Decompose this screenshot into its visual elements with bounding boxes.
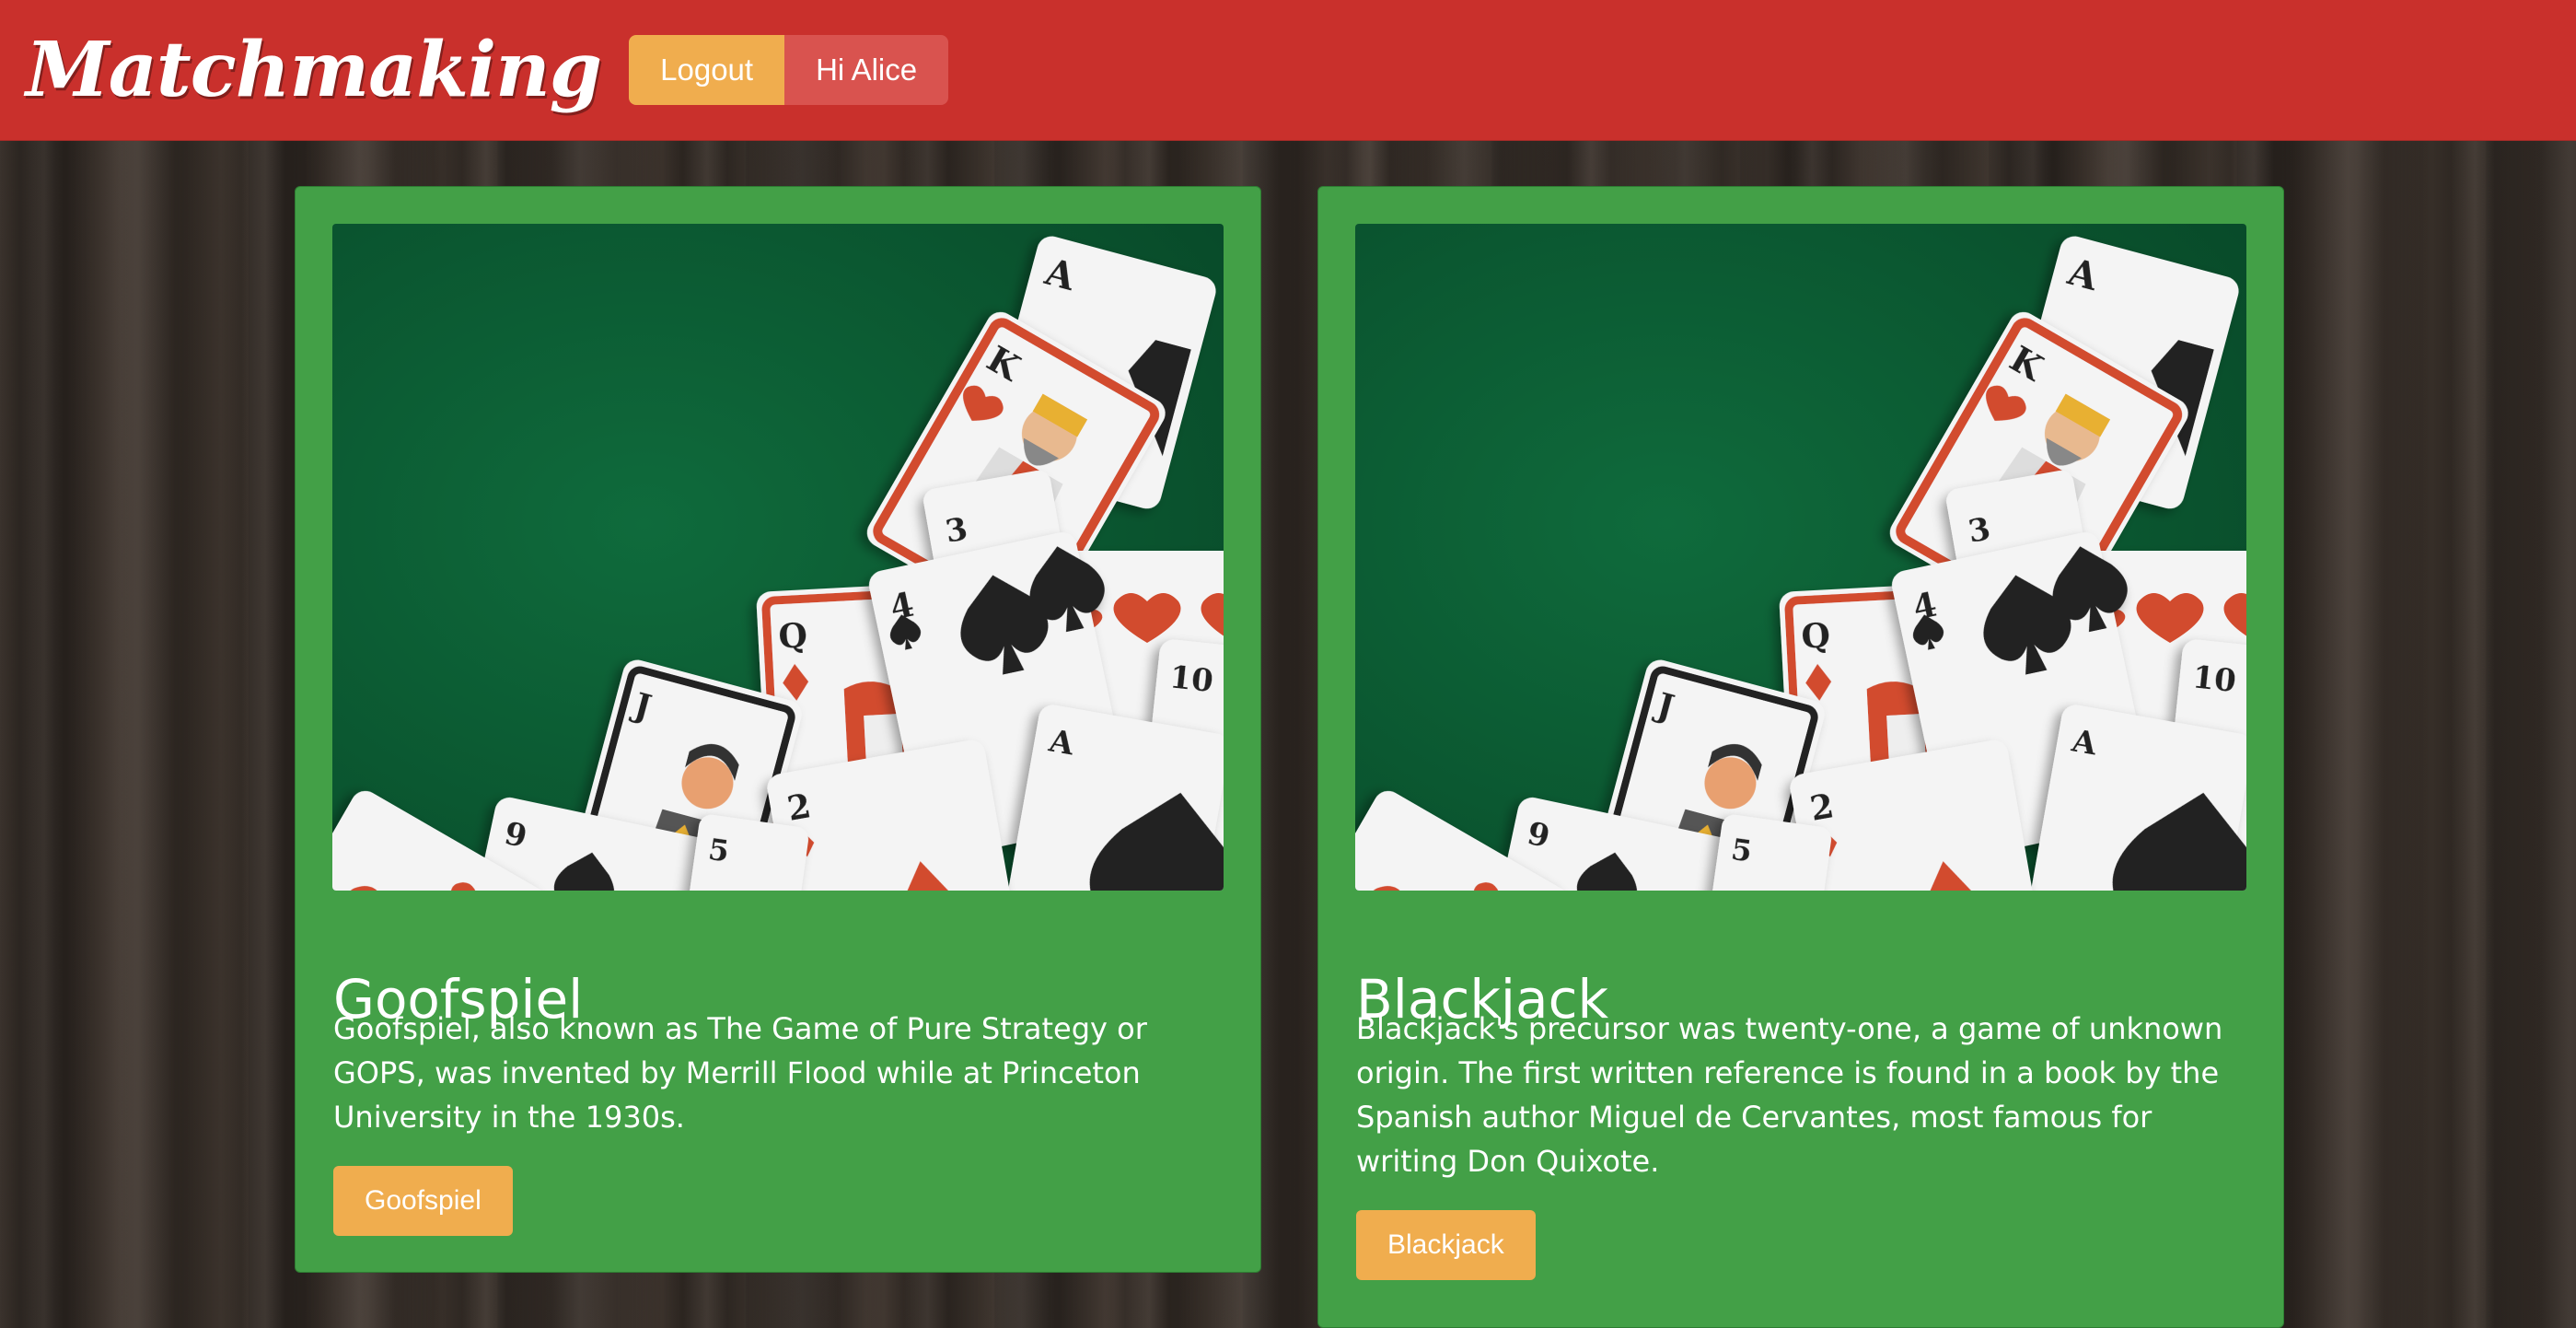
logout-button[interactable]: Logout [629, 35, 785, 105]
play-goofspiel-button[interactable]: Goofspiel [333, 1166, 513, 1236]
brand-logo[interactable]: Matchmaking [26, 32, 602, 108]
game-card-image [1355, 224, 2246, 891]
user-greeting-button[interactable]: Hi Alice [784, 35, 949, 105]
game-card-description: Goofspiel, also known as The Game of Pur… [333, 1011, 1147, 1135]
game-card-goofspiel: Goofspiel Goofspiel, also known as The G… [295, 186, 1261, 1273]
game-card-blackjack: Blackjack Blackjack's precursor was twen… [1317, 186, 2284, 1328]
play-blackjack-button[interactable]: Blackjack [1356, 1210, 1536, 1280]
game-card-image [332, 224, 1224, 891]
top-navbar: Matchmaking Logout Hi Alice [0, 0, 2576, 141]
game-card-description: Blackjack's precursor was twenty-one, a … [1356, 1011, 2223, 1179]
